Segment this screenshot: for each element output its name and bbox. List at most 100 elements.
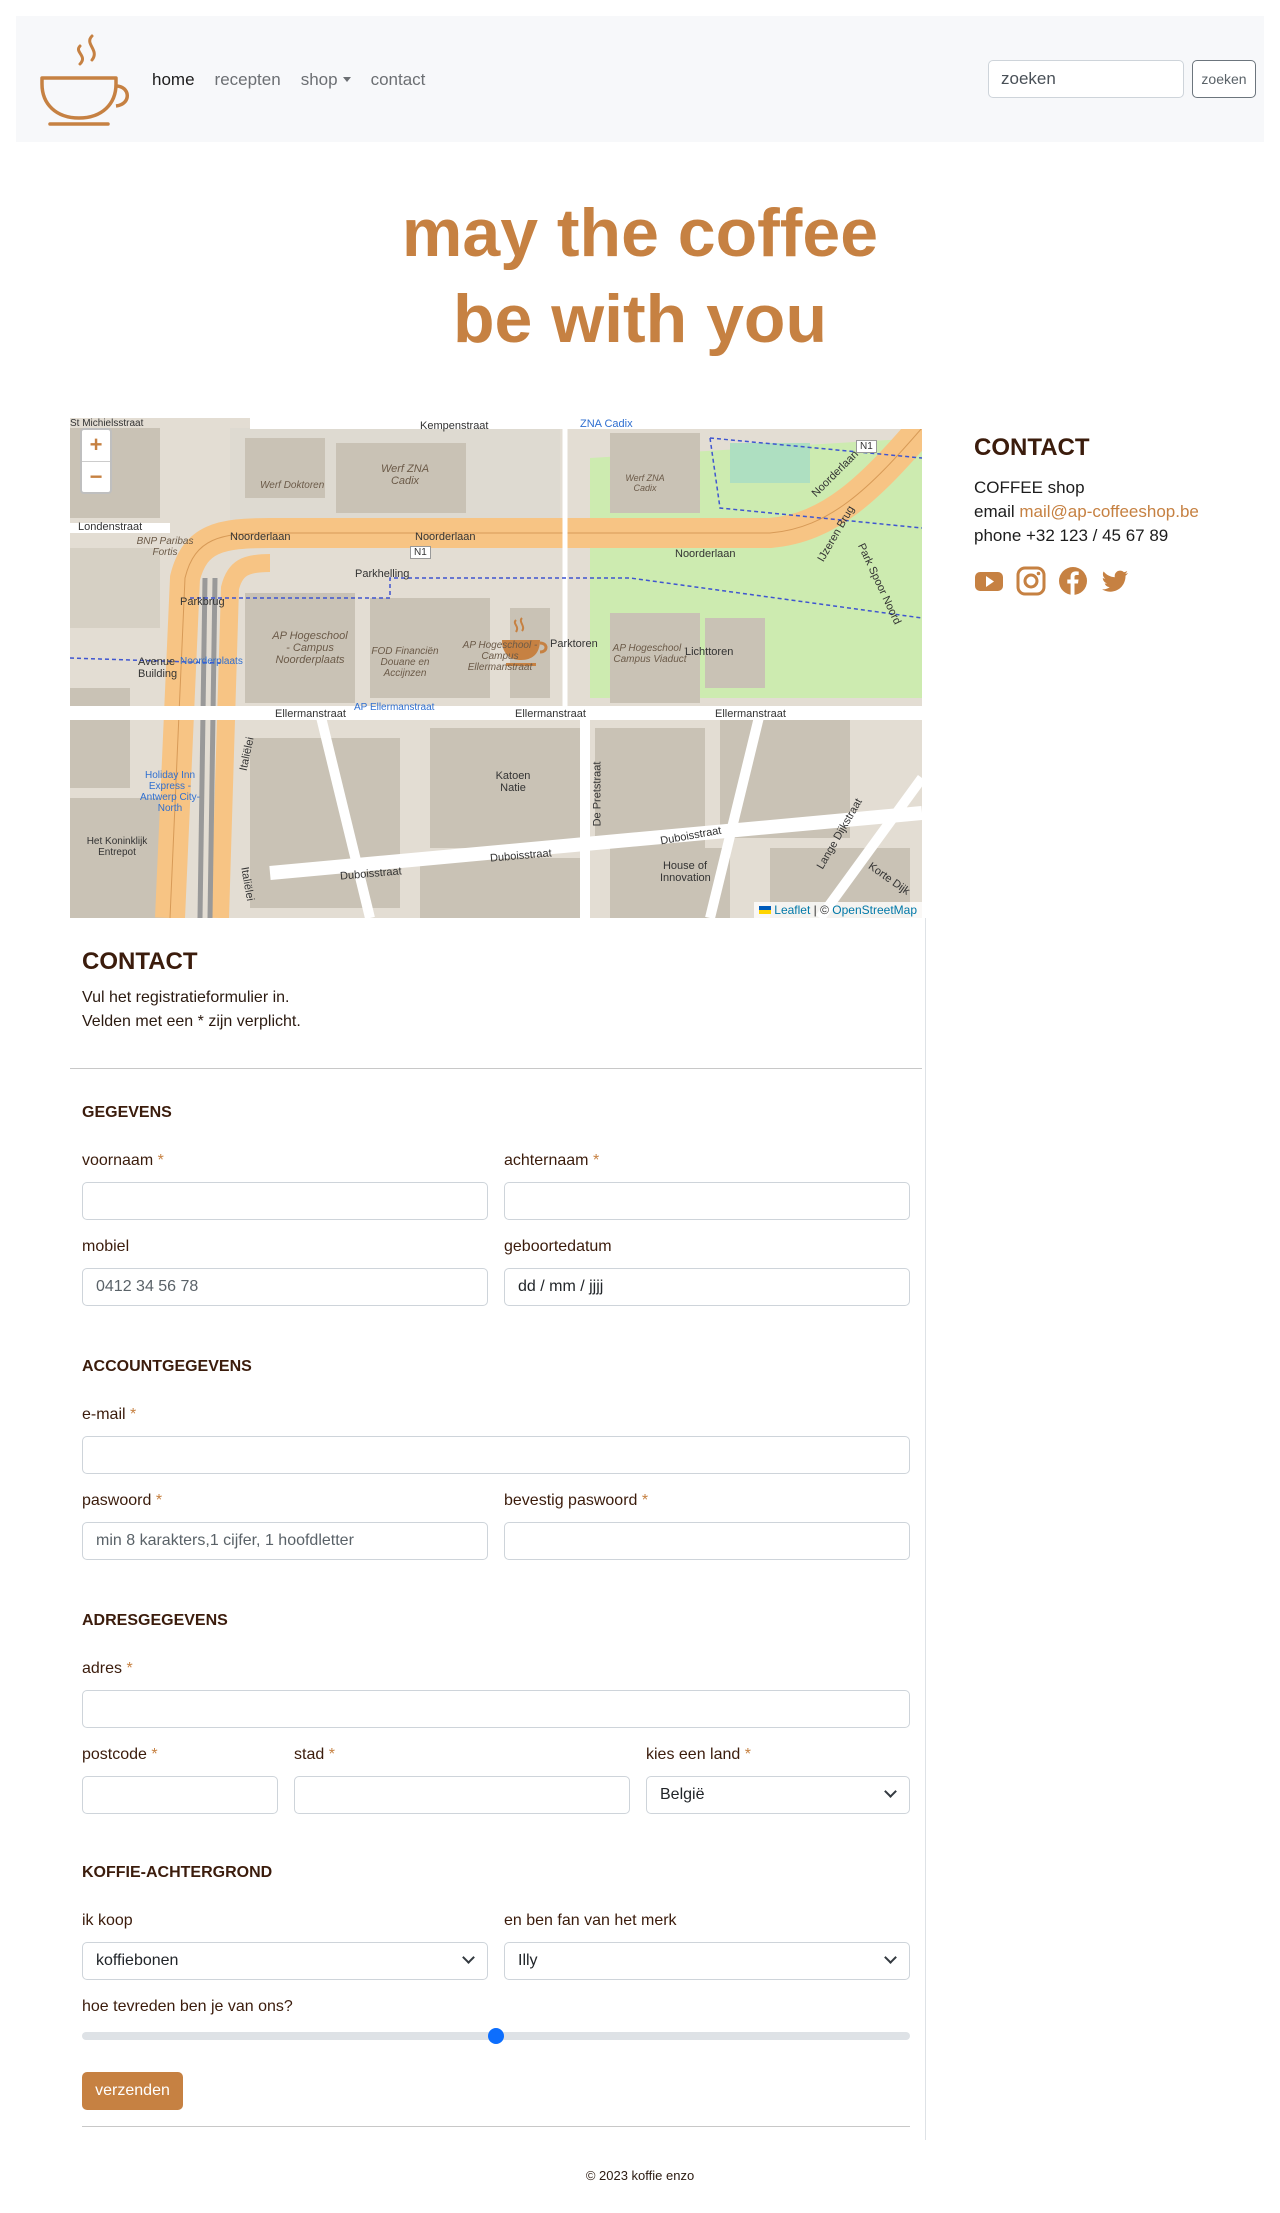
voornaam-label-text: voornaam (82, 1152, 154, 1169)
land-selected-value: België (660, 1786, 705, 1803)
map[interactable]: Kempenstraat ZNA Cadix Werf ZNA Cadix We… (70, 418, 922, 918)
map-label-werf-zna: Werf ZNA Cadix (380, 463, 430, 487)
stad-label-text: stad (294, 1746, 325, 1763)
voornaam-input[interactable] (82, 1182, 488, 1220)
social-links (974, 566, 1234, 596)
required-marker: * (126, 1660, 133, 1677)
twitter-icon[interactable] (1100, 566, 1130, 596)
nav-contact-link[interactable]: contact (371, 70, 426, 90)
postcode-label: postcode * (82, 1746, 158, 1764)
registration-form: CONTACT Vul het registratieformulier in.… (70, 918, 926, 2140)
leaflet-link[interactable]: Leaflet (774, 903, 810, 917)
bevestig-paswoord-label: bevestig paswoord * (504, 1492, 648, 1510)
koop-label: ik koop (82, 1912, 133, 1929)
map-zoom-control: + − (80, 428, 112, 494)
map-label-noorderplaats-stop: Noorderplaats (180, 656, 243, 667)
map-label-werf-doktoren: Werf Doktoren (260, 480, 325, 491)
map-label-katoen: Katoen Natie (495, 770, 531, 794)
map-label-de-pretstraat: De Pretstraat (591, 761, 604, 827)
required-marker: * (151, 1746, 158, 1763)
sidebar-email-link[interactable]: mail@ap-coffeeshop.be (1019, 502, 1199, 521)
postcode-input[interactable] (82, 1776, 278, 1814)
section-gegevens-title: GEGEVENS (82, 1104, 172, 1121)
email-input[interactable] (82, 1436, 910, 1474)
hero-line-1: may the coffee (401, 195, 879, 271)
land-select[interactable]: België (646, 1776, 910, 1814)
nav-shop-dropdown[interactable]: shop (301, 70, 351, 90)
map-label-ap-ellermanstraat: AP Hogeschool - Campus Ellermanstraat (462, 640, 538, 673)
stad-label: stad * (294, 1746, 335, 1764)
postcode-label-text: postcode (82, 1746, 147, 1763)
paswoord-input[interactable] (82, 1522, 488, 1560)
achternaam-label: achternaam * (504, 1152, 599, 1170)
navbar: home recepten shop contact zoeken (16, 16, 1264, 142)
map-label-werf-zna-small: Werf ZNA Cadix (625, 473, 665, 493)
map-label-ellermanstraat-3: Ellermanstraat (715, 708, 786, 720)
chevron-down-icon (462, 1951, 475, 1964)
section-account-title: ACCOUNTGEGEVENS (82, 1358, 252, 1375)
paswoord-label-text: paswoord (82, 1492, 152, 1509)
merk-select[interactable]: Illy (504, 1942, 910, 1980)
bevestig-label-text: bevestig paswoord (504, 1492, 638, 1509)
map-label-ellermanstraat-1: Ellermanstraat (275, 708, 346, 720)
section-koffie-title: KOFFIE-ACHTERGROND (82, 1864, 273, 1881)
adres-label-text: adres (82, 1660, 123, 1677)
sidebar-phone: phone +32 123 / 45 67 89 (974, 526, 1169, 545)
koop-selected-value: koffiebonen (96, 1952, 179, 1969)
slider-thumb[interactable] (488, 2028, 504, 2044)
search-button[interactable]: zoeken (1192, 60, 1256, 98)
tevreden-slider[interactable] (82, 2028, 910, 2044)
form-intro-1: Vul het registratieformulier in. (82, 989, 290, 1006)
voornaam-label: voornaam * (82, 1152, 164, 1170)
map-label-holiday: Holiday Inn Express - Antwerp City-North (139, 770, 200, 814)
sidebar-email-label: email (974, 502, 1020, 521)
attribution-separator: | © (810, 903, 833, 917)
youtube-icon[interactable] (974, 566, 1004, 596)
openstreetmap-link[interactable]: OpenStreetMap (832, 903, 917, 917)
verzenden-button[interactable]: verzenden (82, 2072, 183, 2110)
facebook-icon[interactable] (1058, 566, 1088, 596)
map-attribution: Leaflet | © OpenStreetMap (754, 902, 922, 918)
stad-input[interactable] (294, 1776, 630, 1814)
instagram-icon[interactable] (1016, 566, 1046, 596)
zoom-in-button[interactable]: + (82, 430, 110, 461)
map-label-noorderlaan-2: Noorderlaan (415, 531, 476, 543)
map-label-parktoren: Parktoren (550, 638, 598, 650)
required-marker: * (744, 1746, 751, 1763)
map-label-londenstraat: Londenstraat (78, 521, 143, 533)
search-input[interactable] (988, 60, 1184, 98)
sidebar-title: CONTACT (974, 434, 1090, 461)
nav-links: home recepten shop contact (152, 70, 425, 90)
nav-home-link[interactable]: home (152, 70, 195, 90)
section-adres-title: ADRESGEGEVENS (82, 1612, 228, 1629)
geboortedatum-input[interactable]: dd / mm / jjjj (504, 1268, 910, 1306)
map-label-noorderlaan-3: Noorderlaan (675, 548, 736, 560)
hero-title: may the coffee be with you (0, 190, 1280, 362)
caret-down-icon (342, 77, 351, 82)
nav-recepten-link[interactable]: recepten (215, 70, 281, 90)
ukraine-flag-icon (759, 906, 772, 914)
paswoord-label: paswoord * (82, 1492, 162, 1510)
form-intro-2: Velden met een * zijn verplicht. (82, 1013, 301, 1030)
adres-input[interactable] (82, 1690, 910, 1728)
form-header: CONTACT Vul het registratieformulier in.… (82, 948, 301, 1034)
nav-shop-label: shop (300, 70, 338, 89)
achternaam-label-text: achternaam (504, 1152, 589, 1169)
geboortedatum-label: geboortedatum (504, 1238, 612, 1255)
coffee-cup-logo-icon[interactable] (36, 30, 136, 132)
map-label-n1: N1 (410, 546, 431, 559)
bevestig-paswoord-input[interactable] (504, 1522, 910, 1560)
map-label-house: House of Innovation (660, 860, 711, 884)
adres-label: adres * (82, 1660, 133, 1678)
divider (82, 2126, 910, 2127)
required-marker: * (641, 1492, 649, 1509)
mobiel-input[interactable] (82, 1268, 488, 1306)
land-label-text: kies een land (646, 1746, 741, 1763)
land-label: kies een land * (646, 1746, 751, 1764)
map-label-parkhelling: Parkhelling (355, 568, 410, 580)
footer-copyright: © 2023 koffie enzo (585, 2168, 695, 2183)
zoom-out-button[interactable]: − (82, 461, 110, 492)
chevron-down-icon (884, 1951, 897, 1964)
achternaam-input[interactable] (504, 1182, 910, 1220)
koop-select[interactable]: koffiebonen (82, 1942, 488, 1980)
